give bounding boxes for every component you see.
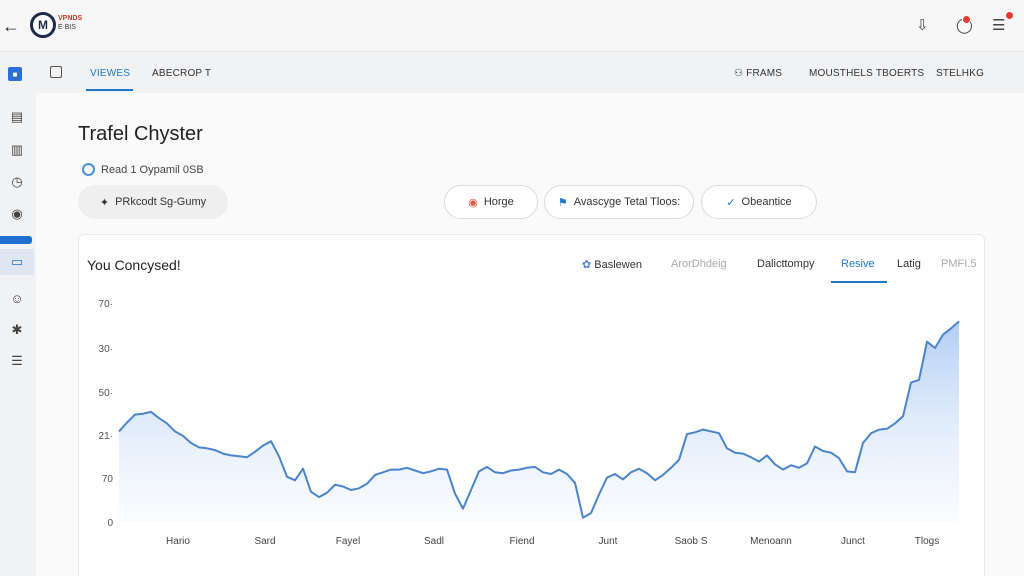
tab-abecrop[interactable]: ABECROP T xyxy=(152,68,211,79)
tab-frams-label: FRAMS xyxy=(746,68,783,79)
sidebar-window-icon[interactable]: ▤ xyxy=(0,104,34,130)
x-tick-label: Junct xyxy=(841,536,865,547)
main-content: Trafel Chyster Read 1 Oypamil 0SB ✦ PRkc… xyxy=(36,93,1024,576)
chart-card: You Concysed! ✿ Baslewen ArorDhdeig Dali… xyxy=(78,234,985,576)
sparkle-icon: ✦ xyxy=(99,196,110,209)
sidebar-home-icon[interactable]: ■ xyxy=(8,67,22,81)
x-tick-label: Fiend xyxy=(509,536,534,547)
sidebar-puzzle-icon[interactable]: ✱ xyxy=(0,317,34,343)
x-tick-label: Sadl xyxy=(424,536,444,547)
menu-icon[interactable]: ☰ xyxy=(992,16,1005,34)
x-tick-label: Fayel xyxy=(336,536,360,547)
x-tick-label: Sard xyxy=(254,536,275,547)
area-chart: 0 70 21· 50· 30· 70· Hario Sard Fayel Sadl Fiend Ju… xyxy=(99,299,960,547)
logo-text: VPNDS E BIS xyxy=(58,14,82,32)
y-tick-label: 0 xyxy=(107,518,113,529)
tab-viewes[interactable]: VIEWES xyxy=(90,68,130,79)
tab-mousthels[interactable]: MOUSTHELS TBOERTS xyxy=(809,68,924,79)
page-subtitle: Read 1 Oypamil 0SB xyxy=(82,163,204,176)
logo-title: VPNDS xyxy=(58,15,83,22)
flag-icon: ⚑ xyxy=(557,196,568,209)
shield-icon: ◉ xyxy=(468,196,478,209)
upload-icon[interactable]: ⇩ xyxy=(916,16,929,34)
sidebar-chart-icon[interactable]: ▥ xyxy=(0,137,34,163)
globe-icon xyxy=(82,163,95,176)
sidebar: ■ ▤ ▥ ◷ ◉ ▭ ☺ ✱ ☰ xyxy=(0,52,36,576)
frames-icon: ⚇ xyxy=(734,68,744,79)
pill-label: PRkcodt Sg-Gumy xyxy=(115,196,207,208)
filter-pill-prkcodt[interactable]: ✦ PRkcodt Sg-Gumy xyxy=(78,185,228,219)
y-tick-label: 50· xyxy=(99,388,113,399)
filter-pill-avascyge[interactable]: ⚑ Avascyge Tetal Tloos: xyxy=(544,185,694,219)
sidebar-clock-icon[interactable]: ◷ xyxy=(0,169,34,195)
page-subtitle-text: Read 1 Oypamil 0SB xyxy=(101,163,204,176)
x-tick-label: Saob S xyxy=(675,536,708,547)
pill-label: Obeantice xyxy=(741,196,792,208)
notification-dot xyxy=(962,15,971,24)
y-tick-label: 70· xyxy=(99,299,113,310)
x-tick-label: Junt xyxy=(599,536,618,547)
logo-subtitle: E BIS xyxy=(58,24,76,31)
back-arrow-icon[interactable]: ← xyxy=(2,16,20,37)
chart-area-fill xyxy=(119,321,959,522)
sidebar-list-icon[interactable]: ☰ xyxy=(0,348,34,374)
page-title: Trafel Chyster xyxy=(78,123,203,145)
y-tick-label: 21· xyxy=(99,431,113,442)
sidebar-active-indicator xyxy=(0,236,32,244)
tab-active-underline xyxy=(86,89,133,91)
x-tick-label: Tlogs xyxy=(915,536,939,547)
sidebar-users-icon[interactable]: ☺ xyxy=(0,285,34,311)
pill-label: Horge xyxy=(483,196,514,208)
menu-notification-dot xyxy=(1005,11,1014,20)
filter-pill-horge[interactable]: ◉ Horge xyxy=(444,185,538,219)
pill-label: Avascyge Tetal Tloos: xyxy=(573,196,681,208)
sidebar-target-icon[interactable]: ◉ xyxy=(0,201,34,227)
panel-toggle-icon[interactable] xyxy=(50,66,62,78)
y-tick-label: 70 xyxy=(102,474,114,485)
tab-stelhkg[interactable]: STELHKG xyxy=(936,68,984,79)
check-icon: ✓ xyxy=(726,196,736,209)
x-tick-label: Menoann xyxy=(750,536,792,547)
sidebar-monitor-icon[interactable]: ▭ xyxy=(0,249,34,275)
y-tick-label: 30· xyxy=(99,344,113,355)
logo: M xyxy=(30,12,56,38)
tab-frams[interactable]: ⚇ FRAMS xyxy=(734,68,782,79)
top-bar: ← M VPNDS E BIS ⇩ ◯ ☰ xyxy=(0,0,1024,52)
filter-pill-obeantice[interactable]: ✓ Obeantice xyxy=(701,185,817,219)
tab-bar: VIEWES ABECROP T ⚇ FRAMS MOUSTHELS TBOER… xyxy=(36,52,1024,93)
x-tick-label: Hario xyxy=(166,536,190,547)
